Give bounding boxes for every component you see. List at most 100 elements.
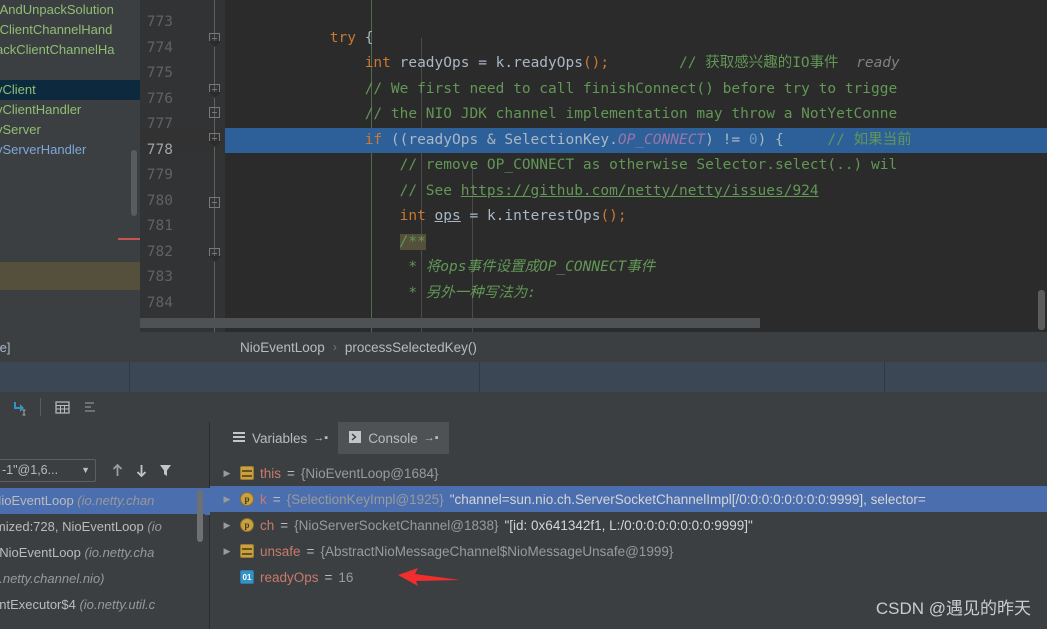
variable-equals: = [272,491,281,507]
code-line[interactable]: int ops = k.interestOps(); [225,204,1047,230]
editor-vertical-scrollbar[interactable] [1038,290,1045,330]
code-token: try [329,29,356,46]
code-token: ) { [757,131,784,148]
sort-list-icon[interactable] [79,396,101,418]
frame-package: (io.netty.cha [84,545,155,560]
fold-guide-line [214,0,215,332]
tab-console-pin-icon[interactable]: →▪ [424,432,439,444]
project-tree-item[interactable]: yClient [0,80,140,100]
code-line-text: /** [225,230,1047,256]
code-token: ; [600,55,610,71]
variable-value: {SelectionKeyImpl@1925} [286,491,444,507]
code-line[interactable]: // See https://github.com/netty/netty/is… [225,179,1047,205]
code-line[interactable]: int readyOps = k.readyOps(); // 获取感兴趣的IO… [225,51,1047,77]
code-token: 0 [748,131,758,148]
table-view-icon[interactable] [51,396,73,418]
project-tree-item[interactable]: tAndUnpackSolution [0,0,140,20]
arrow-down-icon[interactable] [130,459,152,481]
toolbar-separator [40,398,41,416]
project-tree-item[interactable]: yClientHandler [0,100,140,120]
editor-horizontal-scrollbar[interactable] [140,318,760,328]
frame-row[interactable]: entExecutor$4 (io.netty.util.c [0,592,210,618]
code-token: * 将ops事件设置成OP_CONNECT事件 [408,259,656,275]
fold-marker-780[interactable] [209,197,220,208]
editor-gutter[interactable]: 773 774 775 776 777 778 779 780 781 782 783 784 [140,0,225,332]
variable-equals: = [280,517,289,533]
variable-row[interactable]: ▶ unsafe = {AbstractNioMessageChannel$Nio… [210,538,1047,564]
frame-row[interactable]: imized:728, NioEventLoop (io [0,514,210,540]
fold-marker-777[interactable] [209,107,220,118]
code-line[interactable]: // remove OP_CONNECT as otherwise Select… [225,153,1047,179]
variable-row[interactable]: ▶ this = {NioEventLoop@1684} [210,460,1047,486]
expand-arrow-icon[interactable]: ▶ [220,494,234,505]
csdn-watermark: CSDN @遇见的昨天 [875,599,1031,618]
code-line[interactable]: * 另外一种写法为: [225,281,1047,307]
code-line[interactable] [225,0,1047,26]
fold-marker-776[interactable] [209,84,221,98]
debug-tab-bar[interactable]: Variables →▪ Console →▪ [210,422,1047,454]
breadcrumb[interactable]: NioEventLoop › processSelectedKey() [140,332,1047,362]
frame-package: (io [147,519,162,534]
project-tree-item[interactable]: yServer [0,120,140,140]
tab-variables[interactable]: Variables →▪ [222,422,338,454]
debug-toolbar[interactable] [0,392,1047,422]
debug-strip-bar [0,362,1047,392]
fold-marker-774[interactable] [209,33,221,47]
code-line[interactable]: try { [225,26,1047,52]
project-tree-item[interactable] [0,60,140,80]
tab-console[interactable]: Console →▪ [338,422,449,454]
code-token: = k.interestOps [460,208,601,224]
expand-arrow-icon[interactable]: ▶ [220,520,234,531]
frame-row[interactable]: o.netty.channel.nio) [0,566,210,592]
jump-to-source-icon[interactable] [8,396,30,418]
code-line[interactable]: // We first need to call finishConnect()… [225,77,1047,103]
variable-row[interactable]: ▶01readyOps = 16 [210,564,1047,590]
thread-selector[interactable]: -1"@1,6... ▼ [0,458,96,482]
project-tree-item[interactable]: yServerHandler [0,140,140,160]
breadcrumb-method[interactable]: processSelectedKey() [345,340,477,355]
project-tree-item[interactable]: ackClientChannelHa [0,40,140,60]
line-number: 778 [146,141,173,158]
code-token: // the NIO JDK channel implementation ma… [364,106,898,122]
project-tree-panel[interactable]: tAndUnpackSolution tClientChannelHand ackC… [0,0,140,262]
expand-arrow-icon[interactable]: ▶ [220,546,234,557]
code-line-text: * 将ops事件设置成OP_CONNECT事件 [225,255,1047,281]
frames-toolbar[interactable]: -1"@1,6... ▼ [0,454,210,486]
code-token: /** [399,233,426,250]
frame-row[interactable]: NioEventLoop (io.netty.chan [0,488,210,514]
console-icon [348,430,362,447]
line-number: 776 [146,90,173,107]
variable-name: readyOps [260,569,319,585]
frames-scrollbar[interactable] [197,490,203,542]
frame-row[interactable]: , NioEventLoop (io.netty.cha [0,540,210,566]
code-line[interactable]: * 将ops事件设置成OP_CONNECT事件 [225,255,1047,281]
code-line[interactable]: /** [225,230,1047,256]
expand-arrow-icon[interactable]: ▶ [220,468,234,479]
frames-list[interactable]: NioEventLoop (io.netty.chan imized:728, N… [0,488,210,629]
project-tree-scrollbar[interactable] [131,150,137,216]
variable-row[interactable]: ▶ p k = {SelectionKeyImpl@1925} "channel=s… [210,486,1047,512]
fold-marker-778[interactable] [209,133,221,147]
breadcrumb-class[interactable]: NioEventLoop [240,340,325,355]
code-line[interactable]: if ((readyOps & SelectionKey.OP_CONNECT)… [225,127,1047,153]
frame-package: (io.netty.chan [77,493,155,508]
code-line[interactable]: // the NIO JDK channel implementation ma… [225,102,1047,128]
variable-row[interactable]: ▶ p ch = {NioServerSocketChannel@1838} "[i… [210,512,1047,538]
variables-icon [232,430,246,447]
code-editor[interactable]: 773 774 775 776 777 778 779 780 781 782 783 784 try… [140,0,1047,332]
arrow-up-icon[interactable] [106,459,128,481]
project-tree-item[interactable]: tClientChannelHand [0,20,140,40]
filter-icon[interactable] [154,459,176,481]
code-text-area[interactable]: try { int readyOps = k.readyOps(); // 获取… [225,0,1047,332]
frames-panel[interactable]: -1"@1,6... ▼ NioEventLoop (io.netty.chan… [0,422,210,629]
tab-variables-pin-icon[interactable]: →▪ [313,432,328,444]
fold-marker-782[interactable] [209,248,221,262]
tree-error-marker [118,238,140,240]
parameter-icon: p [240,518,254,532]
